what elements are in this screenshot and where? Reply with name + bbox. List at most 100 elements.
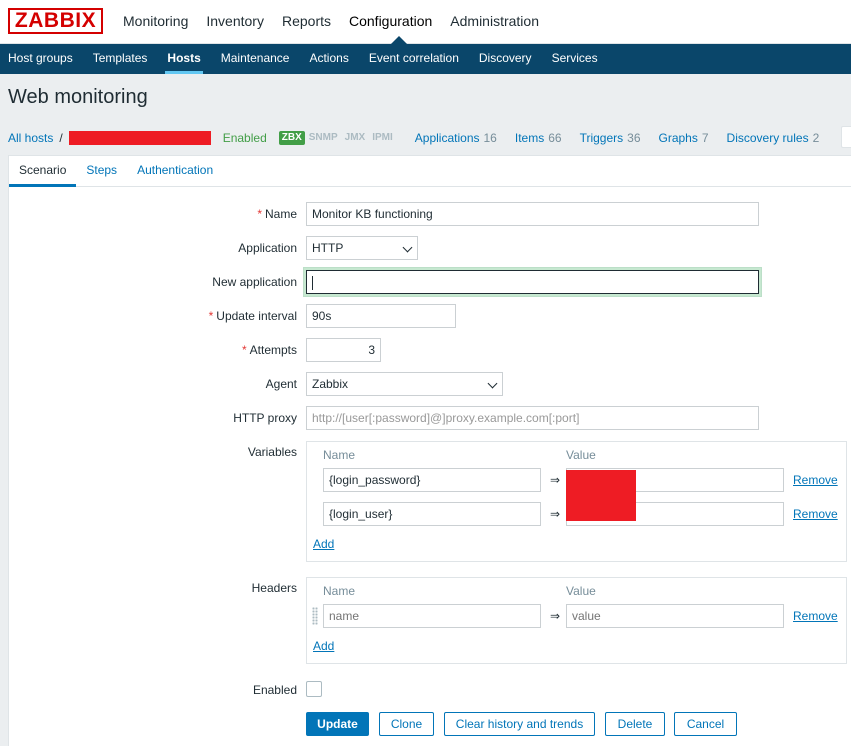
applications-link[interactable]: Applications 16 — [415, 131, 497, 145]
discovery-rules-link[interactable]: Discovery rules 2 — [727, 131, 820, 145]
attempts-label-text: Attempts — [249, 343, 297, 357]
required-mark: * — [208, 309, 214, 323]
clone-button[interactable]: Clone — [379, 712, 434, 736]
arrow-icon: ⇒ — [550, 473, 561, 487]
headers-label: Headers — [251, 581, 297, 595]
top-header: ZABBIX Monitoring Inventory Reports Conf… — [0, 0, 851, 44]
variables-label: Variables — [247, 445, 297, 459]
form-tabs: Scenario Steps Authentication — [9, 156, 851, 187]
zabbix-logo[interactable]: ZABBIX — [8, 8, 103, 34]
ipmi-badge: IPMI — [369, 131, 396, 145]
host-navigation: All hosts / Enabled ZBX SNMP JMX IPMI Ap… — [8, 124, 851, 152]
name-input[interactable]: Monitor KB functioning — [306, 202, 759, 226]
page-title: Web monitoring — [8, 86, 148, 108]
redacted-variable-values — [566, 470, 636, 521]
variables-col-name: Name — [323, 448, 356, 462]
submenu-services[interactable]: Services — [542, 44, 608, 74]
headers-col-name: Name — [323, 584, 356, 598]
submenu-event-correlation[interactable]: Event correlation — [359, 44, 469, 74]
add-header-button[interactable]: Add — [313, 639, 334, 653]
menu-inventory[interactable]: Inventory — [197, 0, 273, 44]
attempts-label: * Attempts — [9, 343, 297, 357]
web-scenarios-tab-edge[interactable] — [841, 126, 851, 148]
update-interval-label: * Update interval — [9, 309, 297, 323]
menu-reports[interactable]: Reports — [273, 0, 340, 44]
drag-handle-icon[interactable] — [312, 607, 318, 625]
tab-authentication[interactable]: Authentication — [127, 156, 223, 186]
enabled-checkbox[interactable] — [306, 681, 322, 697]
headers-col-value: Value — [566, 584, 596, 598]
applications-link-label[interactable]: Applications — [415, 131, 480, 145]
submenu-templates[interactable]: Templates — [83, 44, 158, 74]
clear-history-button[interactable]: Clear history and trends — [444, 712, 595, 736]
tab-scenario[interactable]: Scenario — [9, 156, 77, 187]
variable-name-input[interactable]: {login_password} — [323, 468, 541, 492]
arrow-icon: ⇒ — [550, 609, 561, 623]
remove-variable-button[interactable]: Remove — [793, 473, 838, 487]
variables-col-value: Value — [566, 448, 596, 462]
headers-table: Name Value ⇒ Remove Add — [306, 577, 847, 664]
add-variable-button[interactable]: Add — [313, 537, 334, 551]
variable-name-input[interactable]: {login_user} — [323, 502, 541, 526]
items-link[interactable]: Items 66 — [515, 131, 562, 145]
header-value-input[interactable] — [566, 604, 784, 628]
enabled-label: Enabled — [252, 683, 297, 697]
remove-variable-button[interactable]: Remove — [793, 507, 838, 521]
arrow-icon: ⇒ — [550, 507, 561, 521]
submenu-maintenance[interactable]: Maintenance — [211, 44, 300, 74]
main-menu: Monitoring Inventory Reports Configurati… — [114, 0, 548, 44]
text-cursor — [312, 275, 313, 290]
menu-monitoring[interactable]: Monitoring — [114, 0, 197, 44]
remove-header-button[interactable]: Remove — [793, 609, 838, 623]
triggers-link[interactable]: Triggers 36 — [580, 131, 641, 145]
submenu-hosts[interactable]: Hosts — [157, 44, 210, 74]
tab-steps[interactable]: Steps — [76, 156, 127, 186]
http-proxy-input[interactable]: http://[user[:password]@]proxy.example.c… — [306, 406, 759, 430]
required-mark: * — [241, 343, 247, 357]
attempts-input[interactable]: 3 — [306, 338, 381, 362]
breadcrumb-separator: / — [59, 131, 63, 145]
submenu-host-groups[interactable]: Host groups — [0, 44, 83, 74]
submenu-discovery[interactable]: Discovery — [469, 44, 542, 74]
discovery-rules-link-label[interactable]: Discovery rules — [727, 131, 809, 145]
triggers-count: 36 — [627, 131, 641, 145]
submenu-actions[interactable]: Actions — [299, 44, 358, 74]
applications-count: 16 — [483, 131, 497, 145]
chevron-down-icon — [487, 378, 498, 389]
availability-badges: ZBX SNMP JMX IPMI — [278, 131, 397, 145]
cancel-button[interactable]: Cancel — [674, 712, 737, 736]
form-card: Scenario Steps Authentication * Name Moni… — [8, 155, 851, 746]
graphs-link-label[interactable]: Graphs — [659, 131, 698, 145]
triggers-link-label[interactable]: Triggers — [580, 131, 624, 145]
graphs-link[interactable]: Graphs 7 — [659, 131, 709, 145]
items-count: 66 — [548, 131, 562, 145]
active-menu-pointer-icon — [391, 36, 407, 44]
zbx-badge: ZBX — [278, 131, 305, 145]
required-mark: * — [257, 207, 262, 221]
agent-label: Agent — [265, 377, 297, 391]
update-interval-input[interactable]: 90s — [306, 304, 456, 328]
all-hosts-link[interactable]: All hosts — [8, 131, 53, 145]
new-application-input[interactable] — [306, 270, 759, 294]
agent-select[interactable]: Zabbix — [306, 372, 503, 396]
application-select-value: HTTP — [312, 241, 344, 255]
variables-table: Name Value {login_password} ⇒ Remove {lo… — [306, 441, 847, 562]
items-link-label[interactable]: Items — [515, 131, 544, 145]
update-interval-label-text: Update interval — [216, 309, 297, 323]
snmp-badge: SNMP — [305, 131, 341, 145]
jmx-badge: JMX — [341, 131, 369, 145]
redacted-host-name[interactable] — [68, 131, 211, 145]
name-label-text: Name — [264, 207, 297, 221]
application-select[interactable]: HTTP — [306, 236, 418, 260]
application-label: Application — [238, 241, 297, 255]
update-button[interactable]: Update — [306, 712, 369, 736]
http-proxy-label: HTTP proxy — [233, 411, 297, 425]
header-name-input[interactable] — [323, 604, 541, 628]
discovery-rules-count: 2 — [812, 131, 820, 145]
menu-administration[interactable]: Administration — [441, 0, 548, 44]
host-status[interactable]: Enabled — [223, 131, 267, 145]
sub-menu: Host groups Templates Hosts Maintenance … — [0, 44, 851, 74]
new-application-label: New application — [212, 275, 297, 289]
delete-button[interactable]: Delete — [605, 712, 665, 736]
name-label: * Name — [9, 207, 297, 221]
